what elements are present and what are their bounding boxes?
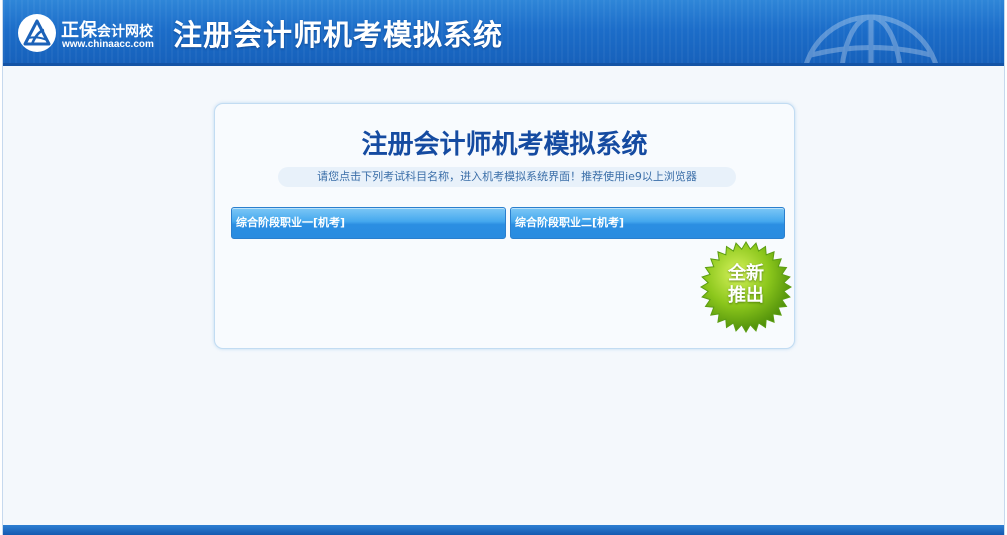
brand-name-small: 会计网校 (97, 24, 153, 40)
brand-name-big: 正保 (61, 20, 97, 41)
exam-selection-panel: 注册会计师机考模拟系统 请您点击下列考试科目名称，进入机考模拟系统界面！推荐使用… (214, 103, 795, 349)
exam-button-comprehensive-2[interactable]: 综合阶段职业二[机考] (510, 207, 785, 239)
logo-mark-icon (23, 19, 51, 46)
chinaacc-logo-icon[interactable] (18, 14, 56, 52)
badge-line-1: 全新 (728, 263, 764, 284)
header-banner: 正保会计网校 www.chinaacc.com 注册会计师机考模拟系统 (3, 0, 1004, 66)
notice-text: 请您点击下列考试科目名称，进入机考模拟系统界面！推荐使用ie9以上浏览器 (278, 167, 736, 187)
globe-icon (803, 14, 939, 66)
badge-text: 全新 推出 (700, 263, 792, 307)
header-title: 注册会计师机考模拟系统 (173, 18, 504, 52)
brand-url: www.chinaacc.com (62, 39, 154, 50)
new-release-badge: 全新 推出 (700, 241, 792, 333)
exam-button-comprehensive-1[interactable]: 综合阶段职业一[机考] (231, 207, 506, 239)
badge-line-2: 推出 (728, 285, 764, 306)
panel-title: 注册会计师机考模拟系统 (361, 130, 648, 160)
footer-bar (3, 525, 1004, 535)
page-frame: 正保会计网校 www.chinaacc.com 注册会计师机考模拟系统 注册会计… (2, 0, 1005, 535)
